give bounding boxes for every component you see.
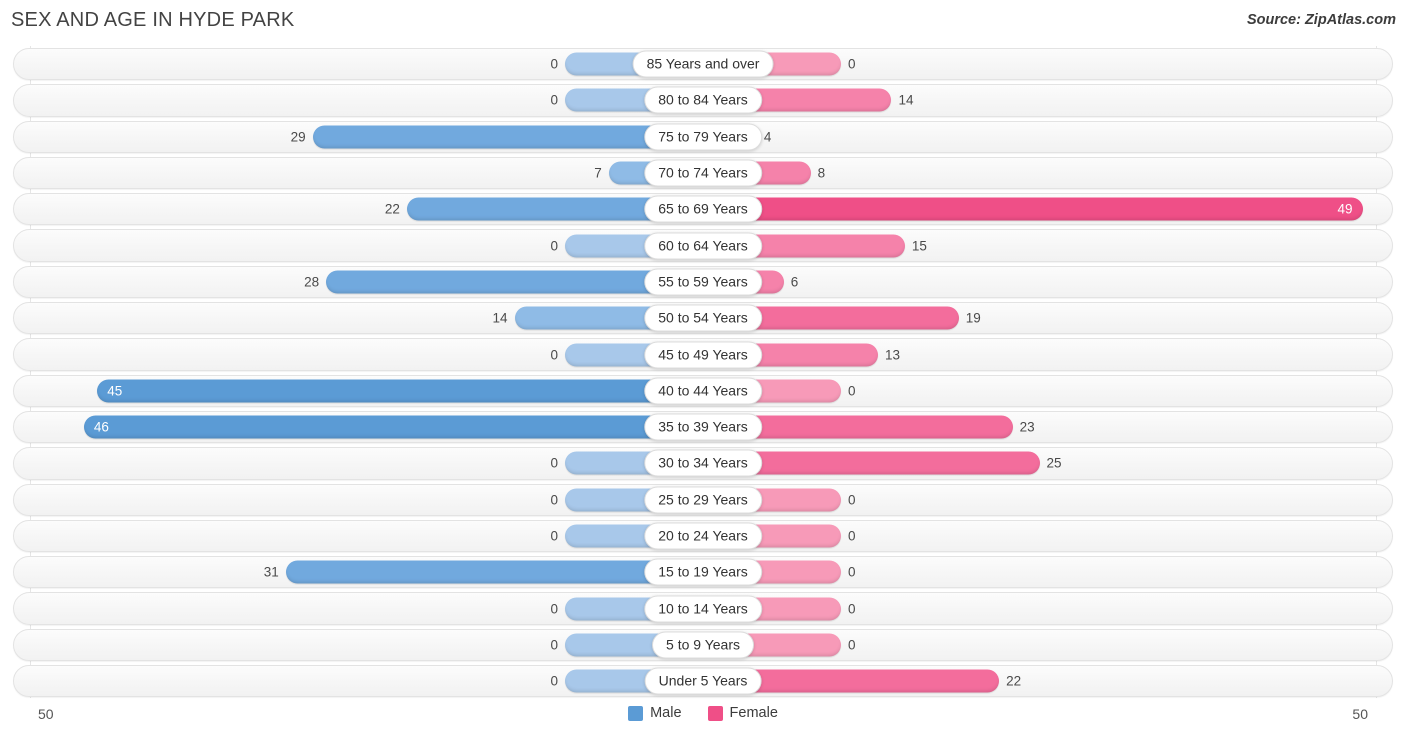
value-label-male: 0 [550, 56, 558, 72]
age-group-label: 60 to 64 Years [644, 232, 762, 260]
value-label-male: 7 [594, 165, 602, 181]
value-label-female: 0 [848, 492, 856, 508]
value-label-male: 45 [107, 383, 123, 399]
chart-plot-area: 0 0 85 Years and over 0 14 80 to 84 Years 29 4 7… [0, 46, 1406, 698]
table-row[interactable]: 31 0 15 to 19 Years [0, 554, 1406, 590]
age-group-label: 70 to 74 Years [644, 159, 762, 187]
value-label-female: 8 [817, 165, 826, 181]
age-group-label: 20 to 24 Years [644, 522, 762, 550]
table-row[interactable]: 0 13 45 to 49 Years [0, 336, 1406, 372]
chart-header: SEX AND AGE IN HYDE PARK Source: ZipAtla… [0, 0, 1406, 44]
bar-male[interactable] [83, 415, 703, 439]
value-label-female: 0 [848, 601, 856, 617]
value-label-female: 0 [848, 637, 856, 653]
age-group-label: 80 to 84 Years [644, 86, 762, 114]
legend-item-female[interactable]: Female [707, 705, 778, 721]
value-label-male: 0 [550, 528, 558, 544]
value-label-male: 31 [263, 564, 279, 580]
value-label-male: 14 [492, 310, 508, 326]
value-label-female: 22 [1006, 673, 1022, 689]
value-label-male: 0 [550, 347, 558, 363]
age-group-label: Under 5 Years [644, 667, 762, 695]
value-label-male: 0 [550, 92, 558, 108]
value-label-male: 0 [550, 601, 558, 617]
age-group-label: 5 to 9 Years [652, 631, 754, 659]
age-group-label: 65 to 69 Years [644, 195, 762, 223]
source-attribution: Source: ZipAtlas.com [1246, 12, 1396, 28]
value-label-male: 0 [550, 673, 558, 689]
value-label-male: 22 [384, 201, 400, 217]
page-title: SEX AND AGE IN HYDE PARK [11, 9, 295, 31]
value-label-male: 28 [304, 274, 320, 290]
legend-label-female: Female [729, 705, 778, 721]
value-label-female: 0 [848, 564, 856, 580]
age-group-label: 55 to 59 Years [644, 268, 762, 296]
age-group-label: 30 to 34 Years [644, 449, 762, 477]
age-group-label: 45 to 49 Years [644, 341, 762, 369]
value-label-female: 6 [790, 274, 799, 290]
legend-item-male[interactable]: Male [628, 705, 682, 721]
value-label-female: 14 [898, 92, 914, 108]
table-row[interactable]: 0 14 80 to 84 Years [0, 82, 1406, 118]
table-row[interactable]: 0 25 30 to 34 Years [0, 445, 1406, 481]
table-row[interactable]: 0 15 60 to 64 Years [0, 227, 1406, 263]
table-row[interactable]: 45 0 40 to 44 Years [0, 373, 1406, 409]
value-label-female: 13 [884, 347, 900, 363]
value-label-male: 0 [550, 492, 558, 508]
value-label-female: 25 [1046, 455, 1062, 471]
chart-legend: Male Female [0, 705, 1406, 721]
value-label-male: 0 [550, 455, 558, 471]
age-group-label: 15 to 19 Years [644, 558, 762, 586]
value-label-female: 19 [965, 310, 981, 326]
table-row[interactable]: 0 22 Under 5 Years [0, 663, 1406, 699]
age-group-label: 40 to 44 Years [644, 377, 762, 405]
chart-footer: 50 50 Male Female [0, 700, 1406, 740]
value-label-male: 0 [550, 637, 558, 653]
value-label-female: 23 [1019, 419, 1035, 435]
legend-label-male: Male [650, 705, 682, 721]
value-label-female: 15 [911, 238, 927, 254]
table-row[interactable]: 0 0 85 Years and over [0, 46, 1406, 82]
value-label-female: 0 [848, 56, 856, 72]
table-row[interactable]: 0 0 5 to 9 Years [0, 627, 1406, 663]
bar-male[interactable] [285, 560, 703, 584]
table-row[interactable]: 29 4 75 to 79 Years [0, 119, 1406, 155]
age-group-label: 35 to 39 Years [644, 413, 762, 441]
value-label-female: 0 [848, 528, 856, 544]
age-group-label: 75 to 79 Years [644, 123, 762, 151]
chart-rows: 0 0 85 Years and over 0 14 80 to 84 Years 29 4 7… [0, 46, 1406, 699]
table-row[interactable]: 14 19 50 to 54 Years [0, 300, 1406, 336]
age-group-label: 50 to 54 Years [644, 304, 762, 332]
value-label-male: 29 [290, 129, 306, 145]
table-row[interactable]: 0 0 20 to 24 Years [0, 518, 1406, 554]
age-group-label: 85 Years and over [632, 50, 774, 78]
value-label-male: 46 [93, 419, 109, 435]
age-group-label: 25 to 29 Years [644, 486, 762, 514]
bar-male[interactable] [97, 379, 703, 403]
bar-female[interactable] [703, 197, 1363, 221]
value-label-female: 4 [763, 129, 772, 145]
table-row[interactable]: 0 0 25 to 29 Years [0, 482, 1406, 518]
value-label-female: 49 [1337, 201, 1353, 217]
age-group-label: 10 to 14 Years [644, 595, 762, 623]
table-row[interactable]: 7 8 70 to 74 Years [0, 155, 1406, 191]
value-label-female: 0 [848, 383, 856, 399]
table-row[interactable]: 0 0 10 to 14 Years [0, 590, 1406, 626]
value-label-male: 0 [550, 238, 558, 254]
table-row[interactable]: 28 6 55 to 59 Years [0, 264, 1406, 300]
table-row[interactable]: 46 23 35 to 39 Years [0, 409, 1406, 445]
legend-swatch-male-icon [628, 705, 644, 721]
legend-swatch-female-icon [707, 705, 723, 721]
table-row[interactable]: 22 49 65 to 69 Years [0, 191, 1406, 227]
